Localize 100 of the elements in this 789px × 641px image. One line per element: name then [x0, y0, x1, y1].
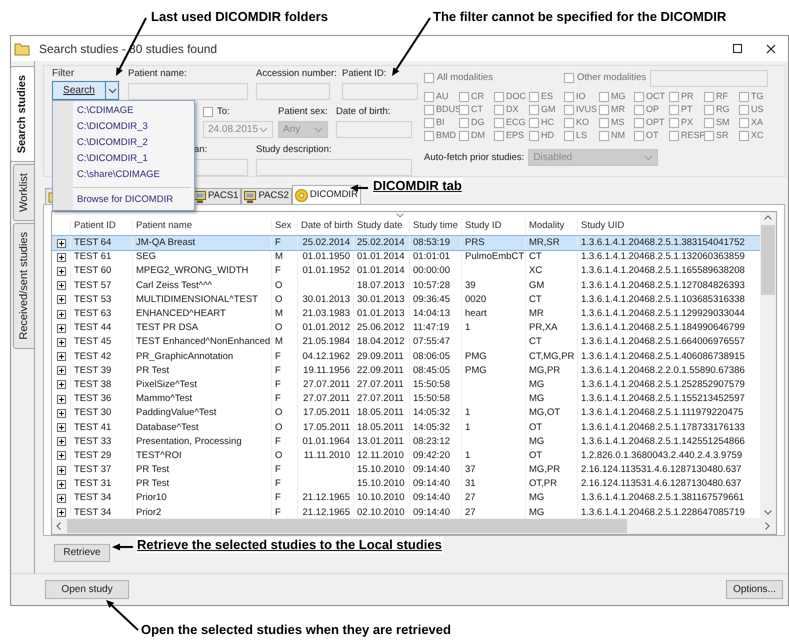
checkbox[interactable]: [424, 73, 434, 83]
scroll-thumb[interactable]: [761, 225, 775, 295]
expand-icon[interactable]: [56, 238, 66, 248]
checkbox[interactable]: [459, 105, 469, 115]
expand-icon[interactable]: [56, 480, 66, 489]
checkbox[interactable]: [739, 92, 749, 102]
source-tab[interactable]: PACS2: [241, 188, 292, 204]
menu-item[interactable]: C:\CDIMAGE: [73, 103, 194, 119]
menu-item[interactable]: Browse for DICOMDIR: [73, 192, 194, 208]
column-header[interactable]: Patient name: [132, 218, 271, 234]
expand-icon[interactable]: [56, 451, 66, 460]
expand-icon[interactable]: [56, 466, 66, 475]
checkbox[interactable]: [494, 131, 504, 141]
column-header[interactable]: Date of birth: [297, 218, 353, 234]
checkbox[interactable]: [599, 105, 609, 115]
horizontal-scrollbar[interactable]: [52, 518, 776, 534]
table-row[interactable]: TEST 38 PixelSize^Test F 27.07.2011 27.07.2011 15:50:58 MG 1.3.6.1.4.1.20468.2.5.1.252852907579: [52, 378, 760, 392]
expand-icon[interactable]: [56, 394, 66, 404]
checkbox[interactable]: [564, 92, 574, 102]
checkbox[interactable]: [669, 105, 679, 115]
checkbox[interactable]: [669, 131, 679, 141]
expand-icon[interactable]: [56, 266, 66, 276]
checkbox[interactable]: [739, 105, 749, 115]
checkbox[interactable]: [634, 92, 644, 102]
table-row[interactable]: TEST 63 ENHANCED^HEART M 21.03.1983 01.01.2013 14:04:13 heart MR 1.3.6.1.4.1.20468.2.5.1.129929033044: [52, 306, 760, 322]
table-row[interactable]: TEST 44 TEST PR DSA O 01.01.2012 25.06.2012 11:47:19 1 PR,XA 1.3.6.1.4.1.20468.2.5.1.184990646799: [52, 321, 760, 336]
table-row[interactable]: TEST 34 Prior10 F 21.12.1965 10.10.2010 09:14:40 27 MG 1.3.6.1.4.1.20468.2.5.1.381167579661: [52, 491, 760, 506]
table-row[interactable]: TEST 37 PR Test F 15.10.2010 09:14:40 37 MG,PR 2.16.124.113531.4.6.1287130480.637: [52, 463, 760, 478]
checkbox[interactable]: [739, 131, 749, 141]
checkbox[interactable]: [739, 118, 749, 128]
table-row[interactable]: TEST 36 Mammo^Test F 27.07.2011 27.07.2011 15:50:58 MG 1.3.6.1.4.1.20468.2.5.1.155213452597: [52, 392, 760, 406]
text-field[interactable]: [128, 83, 248, 100]
checkbox[interactable]: [424, 131, 434, 141]
checkbox[interactable]: [459, 118, 469, 128]
column-header[interactable]: Study ID: [461, 218, 525, 234]
checkbox[interactable]: [599, 118, 609, 128]
table-row[interactable]: TEST 60 MPEG2_WRONG_WIDTH F 01.01.1952 01.01.2014 00:00:00 XC 1.3.6.1.4.1.20468.2.5.1.165589638208: [52, 264, 760, 279]
table-row[interactable]: TEST 31 PR Test F 15.10.2010 09:14:40 31 OT,PR 2.16.124.113531.4.6.1287130480.637: [52, 477, 760, 492]
expand-icon[interactable]: [56, 281, 66, 290]
checkbox[interactable]: [424, 118, 434, 128]
expand-icon[interactable]: [56, 380, 66, 390]
text-field[interactable]: [650, 70, 768, 86]
expand-icon[interactable]: [56, 310, 66, 319]
expand-icon[interactable]: [56, 508, 66, 518]
table-row[interactable]: TEST 45 TEST Enhanced^NonEnhanced M 21.05.1984 18.04.2012 07:55:47 CT 1.3.6.1.4.1.20468.2.5.1.664006976557: [52, 335, 760, 350]
checkbox[interactable]: [203, 107, 213, 117]
side-tab[interactable]: Worklist: [13, 164, 34, 222]
vertical-scrollbar[interactable]: [760, 212, 776, 518]
expand-icon[interactable]: [56, 338, 66, 347]
text-field[interactable]: [342, 83, 418, 100]
column-header[interactable]: Study time: [409, 218, 461, 234]
table-row[interactable]: TEST 29 TEST^ROI O 11.11.2010 12.11.2010 09:42:20 1 OT 1.2.826.0.1.3680043.2.440.2.4.3.9759: [52, 448, 760, 463]
checkbox[interactable]: [494, 105, 504, 115]
menu-item[interactable]: C:\DICOMDIR_1: [73, 151, 194, 167]
checkbox[interactable]: [424, 105, 434, 115]
table-row[interactable]: TEST 61 SEG M 01.01.1950 01.01.2014 01:01:01 PulmoEmbCT CT 1.3.6.1.4.1.20468.2.5.1.132060363859: [52, 250, 760, 264]
scroll-left-icon[interactable]: [56, 522, 61, 530]
text-field[interactable]: [336, 121, 412, 138]
table-row[interactable]: TEST 53 MULTIDIMENSIONAL^TEST O 30.01.2013 30.01.2013 09:36:45 0020 CT 1.3.6.1.4.1.20468.2.5.1.103685316338: [52, 292, 760, 307]
options-button[interactable]: Options...: [726, 580, 783, 599]
side-tab[interactable]: Search studies: [10, 66, 34, 162]
table-row[interactable]: TEST 42 PR_GraphicAnnotation F 04.12.1962 29.09.2011 08:06:05 PMG CT,MG,PR 1.3.6.1.4.1.20468.2.5.1.406086738915: [52, 350, 760, 364]
menu-item[interactable]: C:\DICOMDIR_3: [73, 119, 194, 135]
expand-icon[interactable]: [56, 352, 66, 362]
checkbox[interactable]: [564, 105, 574, 115]
column-header[interactable]: Modality: [525, 218, 577, 234]
checkbox[interactable]: [599, 131, 609, 141]
checkbox[interactable]: [494, 92, 504, 102]
checkbox[interactable]: [529, 92, 539, 102]
checkbox[interactable]: [704, 131, 714, 141]
retrieve-button[interactable]: Retrieve: [54, 544, 110, 562]
expand-icon[interactable]: [56, 366, 66, 376]
checkbox[interactable]: [529, 105, 539, 115]
checkbox[interactable]: [424, 92, 434, 102]
checkbox[interactable]: [669, 92, 679, 102]
column-header[interactable]: Patient ID: [70, 218, 132, 234]
checkbox[interactable]: [704, 118, 714, 128]
table-row[interactable]: TEST 64 JM-QA Breast F 25.02.2014 25.02.2014 08:53:19 PRS MR,SR 1.3.6.1.4.1.20468.2.5.1.383154041752: [52, 236, 760, 250]
expand-icon[interactable]: [56, 423, 66, 432]
expand-icon[interactable]: [56, 408, 66, 418]
checkbox[interactable]: [564, 73, 574, 83]
scroll-thumb[interactable]: [67, 519, 627, 533]
checkbox[interactable]: [459, 92, 469, 102]
expand-icon[interactable]: [56, 252, 66, 262]
open-study-button[interactable]: Open study: [45, 580, 129, 599]
scroll-right-icon[interactable]: [765, 522, 770, 530]
search-split-button[interactable]: Search: [52, 81, 119, 100]
expand-icon[interactable]: [56, 494, 66, 503]
checkbox[interactable]: [459, 131, 469, 141]
table-row[interactable]: TEST 33 Presentation, Processing F 01.01.1964 13.01.2011 08:23:12 MG 1.3.6.1.4.1.20468.2.5.1.142551254866: [52, 434, 760, 449]
checkbox[interactable]: [599, 92, 609, 102]
checkbox[interactable]: [634, 131, 644, 141]
menu-item[interactable]: C:\share\CDIMAGE: [73, 167, 194, 183]
source-tab[interactable]: DICOMDIR: [292, 185, 361, 204]
checkbox[interactable]: [529, 118, 539, 128]
text-field[interactable]: [256, 83, 330, 100]
text-field[interactable]: [256, 159, 412, 176]
scroll-up-icon[interactable]: [764, 215, 772, 220]
column-header[interactable]: Study UID: [577, 218, 756, 234]
checkbox[interactable]: [634, 105, 644, 115]
